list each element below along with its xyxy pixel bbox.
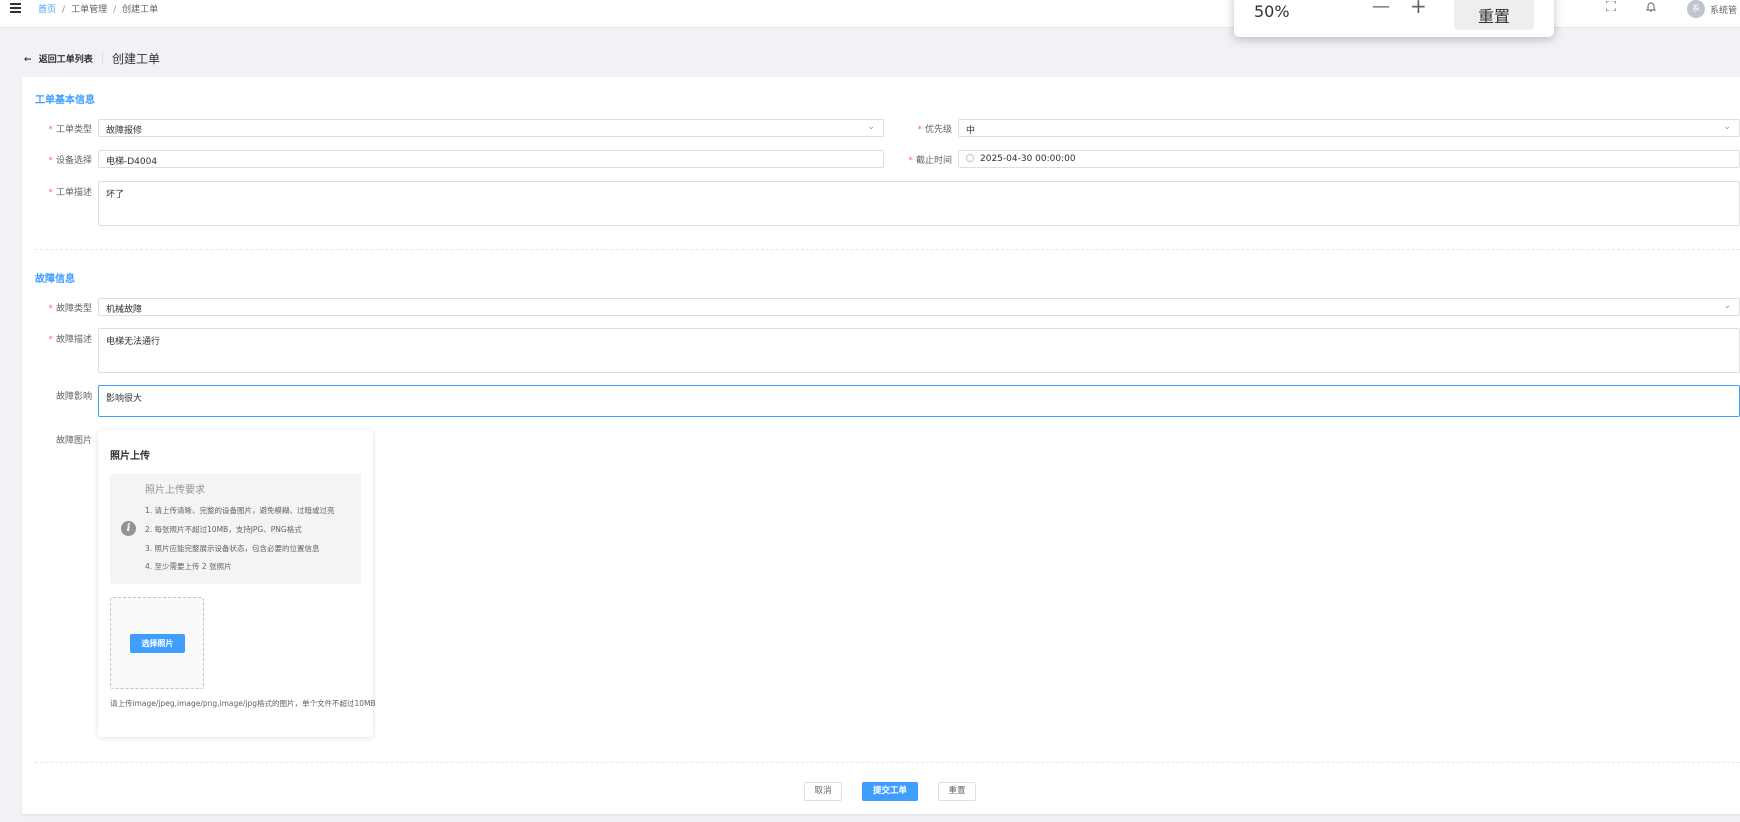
priority-select[interactable]: 中 ⌄ [958, 119, 1740, 137]
chevron-down-icon: ⌄ [1723, 301, 1731, 311]
upload-title: 照片上传 [110, 451, 150, 462]
requirement-item: 2. 每张照片不超过10MB，支持JPG、PNG格式 [145, 525, 302, 534]
requirement-item: 4. 至少需要上传 2 张照片 [145, 562, 232, 571]
info-icon: i [121, 521, 136, 536]
label-fault-desc: * 故障描述 [48, 335, 92, 345]
back-to-list-link[interactable]: ← 返回工单列表 [24, 52, 93, 65]
chevron-down-icon: ⌄ [1723, 122, 1731, 132]
username[interactable]: 系统管 [1710, 3, 1737, 16]
submit-workorder-button[interactable]: 提交工单 [862, 782, 918, 801]
zoom-out-button[interactable]: — [1372, 0, 1390, 17]
page-title: 创建工单 [112, 52, 161, 66]
choose-photo-button[interactable]: 选择照片 [130, 634, 185, 653]
breadcrumb-separator: / [113, 5, 117, 15]
zoom-percent: 50% [1254, 2, 1290, 21]
label-fault-impact: 故障影响 [55, 392, 92, 402]
fault-desc-textarea[interactable]: 电梯无法通行 [98, 328, 1740, 373]
workorder-type-select[interactable]: 故障报修 ⌄ [98, 119, 884, 137]
upload-tip: 请上传image/jpeg,image/png,image/jpg格式的图片，单… [110, 699, 376, 708]
label-fault-type: * 故障类型 [48, 304, 92, 314]
zoom-in-button[interactable]: + [1410, 0, 1427, 18]
section-title-fault: 故障信息 [35, 274, 75, 285]
arrow-left-icon: ← [24, 55, 32, 65]
fault-type-value: 机械故障 [106, 305, 143, 315]
reset-button[interactable]: 重置 [938, 782, 976, 801]
breadcrumb-current: 创建工单 [122, 5, 159, 15]
clock-icon [966, 154, 974, 162]
hamburger-menu-icon[interactable] [10, 3, 21, 13]
bell-icon[interactable] [1645, 1, 1657, 13]
priority-value: 中 [966, 126, 976, 136]
breadcrumb-workorder-mgmt[interactable]: 工单管理 [71, 5, 107, 15]
breadcrumb-home[interactable]: 首页 [38, 5, 56, 15]
fullscreen-icon[interactable] [1605, 0, 1617, 13]
label-fault-image: 故障图片 [55, 436, 92, 446]
requirements-title: 照片上传要求 [145, 485, 205, 496]
section-divider [35, 762, 1740, 763]
cancel-button[interactable]: 取消 [804, 782, 842, 801]
divider [102, 52, 103, 63]
photo-upload-panel: 照片上传 i 照片上传要求 1. 请上传清晰、完整的设备图片，避免模糊、过暗或过… [98, 430, 376, 737]
fault-type-select[interactable]: 机械故障 ⌄ [98, 298, 1740, 316]
deadline-picker[interactable]: 2025-04-30 00:00:00 [958, 150, 1740, 168]
upload-requirements-box: i 照片上传要求 1. 请上传清晰、完整的设备图片，避免模糊、过暗或过亮 2. … [110, 474, 361, 584]
label-deadline: * 截止时间 [908, 156, 952, 166]
requirement-item: 1. 请上传清晰、完整的设备图片，避免模糊、过暗或过亮 [145, 506, 335, 515]
device-select[interactable]: 电梯-D4004 [98, 150, 884, 168]
workorder-type-value: 故障报修 [106, 126, 143, 136]
back-label: 返回工单列表 [38, 55, 93, 65]
chevron-down-icon: ⌄ [867, 122, 875, 132]
label-device: * 设备选择 [48, 156, 92, 166]
deadline-value: 2025-04-30 00:00:00 [980, 154, 1076, 164]
avatar[interactable]: 系 [1687, 0, 1705, 18]
fault-impact-textarea[interactable]: 影响很大 [98, 385, 1740, 417]
label-priority: * 优先级 [917, 125, 952, 135]
upload-dropzone[interactable]: 选择照片 [110, 597, 204, 689]
requirement-item: 3. 照片应能完整展示设备状态，包含必要的位置信息 [145, 544, 320, 553]
label-workorder-type: * 工单类型 [48, 125, 92, 135]
zoom-reset-button[interactable]: 重置 [1454, 0, 1534, 30]
zoom-popup: 50% — + 重置 [1234, 0, 1554, 37]
workorder-desc-textarea[interactable]: 坏了 [98, 181, 1740, 226]
device-value: 电梯-D4004 [106, 157, 158, 167]
label-workorder-desc: * 工单描述 [48, 188, 92, 198]
breadcrumb: 首页 / 工单管理 / 创建工单 [38, 2, 158, 15]
breadcrumb-separator: / [62, 5, 66, 15]
section-divider [35, 249, 1740, 250]
section-title-basic: 工单基本信息 [35, 95, 95, 106]
